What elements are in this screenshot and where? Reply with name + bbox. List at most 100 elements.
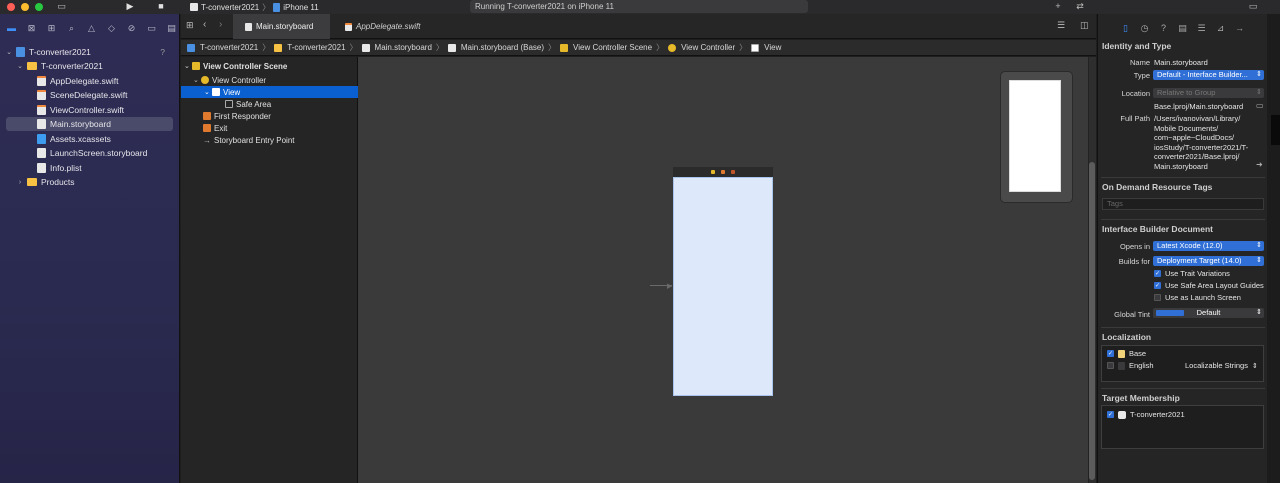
nav-item-assets[interactable]: Assets.xcassets xyxy=(0,132,180,146)
localization-strings-popup[interactable]: Localizable Strings ⇕ xyxy=(1185,361,1258,370)
fullpath-line: /Users/ivanovivan/Library/ xyxy=(1154,114,1241,123)
localization-english-row[interactable]: English xyxy=(1107,361,1154,370)
reveal-in-finder-icon[interactable]: ➜ xyxy=(1256,160,1263,169)
zoom-window-button[interactable] xyxy=(35,3,43,11)
code-review-icon[interactable]: ⇄ xyxy=(1073,1,1087,12)
chevron-down-icon[interactable]: ⌄ xyxy=(184,62,192,70)
nav-item-products[interactable]: › Products xyxy=(0,175,180,189)
jumpbar-item[interactable]: Main.storyboard (Base) xyxy=(461,43,544,52)
split-editor-icon[interactable]: ◫ xyxy=(1080,20,1089,31)
search-icon[interactable]: ⌕ xyxy=(65,22,78,35)
breakpoint-icon[interactable]: ▭ xyxy=(145,22,158,35)
minimize-window-button[interactable] xyxy=(21,3,29,11)
chevron-down-icon[interactable]: ⌄ xyxy=(204,88,212,96)
add-library-icon[interactable]: + xyxy=(1052,1,1064,12)
view-controller-scene[interactable] xyxy=(673,177,773,396)
chevron-down-icon[interactable]: ⌄ xyxy=(16,62,24,70)
tags-input[interactable]: Tags xyxy=(1102,198,1264,210)
nav-item-main-storyboard[interactable]: Main.storyboard xyxy=(6,117,173,131)
outline-label: View Controller xyxy=(212,75,267,85)
checkbox-box[interactable] xyxy=(1154,294,1161,301)
opens-in-popup[interactable]: Latest Xcode (12.0) xyxy=(1153,241,1264,251)
jumpbar-item[interactable]: View Controller xyxy=(681,43,735,52)
jumpbar-item[interactable]: T-converter2021 xyxy=(200,43,258,52)
canvas-scrollbar-thumb[interactable] xyxy=(1089,162,1095,480)
connections-icon[interactable]: → xyxy=(1233,22,1246,35)
debug-icon[interactable]: ⊘ xyxy=(125,22,138,35)
builds-for-popup[interactable]: Deployment Target (14.0) xyxy=(1153,256,1264,266)
checkmark-icon[interactable]: ✓ xyxy=(1107,350,1114,357)
nav-item-viewcontroller[interactable]: ViewController.swift xyxy=(0,103,180,117)
nav-item-folder[interactable]: ⌄ T-converter2021 xyxy=(0,59,180,73)
outline-item-entry-point[interactable]: → Storyboard Entry Point xyxy=(181,134,358,146)
outline-item-exit[interactable]: Exit xyxy=(181,122,358,134)
outline-label: Safe Area xyxy=(236,99,272,109)
inspector-toggle-icon[interactable]: ▭ xyxy=(1246,1,1260,12)
help-icon[interactable]: ? xyxy=(1157,22,1170,35)
document-outline: ⌄ View Controller Scene ⌄ View Controlle… xyxy=(181,57,358,483)
nav-item-launchscreen[interactable]: LaunchScreen.storyboard xyxy=(0,146,180,160)
safe-area-guides-checkbox[interactable]: ✓ Use Safe Area Layout Guides xyxy=(1154,281,1264,290)
localization-base-row[interactable]: ✓ Base xyxy=(1107,349,1146,358)
checkbox-box[interactable] xyxy=(1107,362,1114,369)
warning-icon[interactable]: △ xyxy=(85,22,98,35)
attributes-icon[interactable]: ☰ xyxy=(1195,22,1208,35)
outline-item-view[interactable]: ⌄ View xyxy=(181,86,358,98)
size-icon[interactable]: ⊿ xyxy=(1214,22,1227,35)
source-control-icon[interactable]: ⊠ xyxy=(25,22,38,35)
swift-file-icon xyxy=(37,90,46,100)
chevron-down-icon[interactable]: ⌄ xyxy=(193,76,201,84)
run-icon[interactable]: ▶ xyxy=(124,1,136,12)
tab-main-storyboard[interactable]: Main.storyboard xyxy=(233,14,330,39)
type-popup[interactable]: Default - Interface Builder... xyxy=(1153,70,1264,80)
nav-item-project[interactable]: ⌄ T-converter2021 ? xyxy=(0,45,180,59)
launch-screen-checkbox[interactable]: Use as Launch Screen xyxy=(1154,293,1241,302)
view-controller-icon[interactable] xyxy=(711,170,715,174)
divider xyxy=(1101,388,1265,389)
nav-item-appdelegate[interactable]: AppDelegate.swift xyxy=(0,74,180,88)
nav-item-infoplist[interactable]: Info.plist xyxy=(0,161,180,175)
grid-icon[interactable]: ⊞ xyxy=(186,20,194,31)
test-icon[interactable]: ◇ xyxy=(105,22,118,35)
location-popup[interactable]: Relative to Group xyxy=(1153,88,1264,98)
back-icon[interactable]: ‹ xyxy=(203,19,206,30)
scheme-selector[interactable]: T-converter2021 〉 iPhone 11 xyxy=(190,1,319,13)
identity-icon[interactable]: ▤ xyxy=(1176,22,1189,35)
jumpbar-item[interactable]: View Controller Scene xyxy=(573,43,652,52)
outline-item-first-responder[interactable]: First Responder xyxy=(181,110,358,122)
trait-variations-checkbox[interactable]: ✓ Use Trait Variations xyxy=(1154,269,1230,278)
scene-dock[interactable] xyxy=(673,167,773,177)
report-icon[interactable]: ▤ xyxy=(165,22,178,35)
outline-item-scene[interactable]: ⌄ View Controller Scene xyxy=(181,60,358,72)
checkmark-icon[interactable]: ✓ xyxy=(1107,411,1114,418)
forward-icon[interactable]: › xyxy=(219,19,222,30)
checkbox-label: Use Safe Area Layout Guides xyxy=(1165,281,1264,290)
jumpbar-item[interactable]: View xyxy=(764,43,781,52)
jumpbar-item[interactable]: T-converter2021 xyxy=(287,43,345,52)
stop-icon[interactable]: ■ xyxy=(155,1,167,12)
global-tint-label: Global Tint xyxy=(1114,310,1150,319)
nav-item-scenedelegate[interactable]: SceneDelegate.swift xyxy=(0,88,180,102)
membership-target-row[interactable]: ✓ T-converter2021 xyxy=(1107,410,1185,419)
first-responder-icon[interactable] xyxy=(721,170,725,174)
folder-browse-icon[interactable]: ▭ xyxy=(1256,101,1264,110)
sidebar-toggle-icon[interactable]: ▭ xyxy=(55,1,68,12)
xcodeproj-icon xyxy=(187,43,195,52)
global-tint-popup[interactable]: Default xyxy=(1153,308,1264,318)
exit-icon[interactable] xyxy=(731,170,735,174)
close-window-button[interactable] xyxy=(7,3,15,11)
folder-icon[interactable]: ▬ xyxy=(5,22,18,35)
history-icon[interactable]: ◷ xyxy=(1138,22,1151,35)
checkmark-icon[interactable]: ✓ xyxy=(1154,270,1161,277)
nav-item-label: SceneDelegate.swift xyxy=(50,90,128,100)
outline-item-safe-area[interactable]: Safe Area xyxy=(181,98,358,110)
hierarchy-icon[interactable]: ⊞ xyxy=(45,22,58,35)
tab-appdelegate[interactable]: AppDelegate.swift xyxy=(333,14,443,39)
checkmark-icon[interactable]: ✓ xyxy=(1154,282,1161,289)
editor-options-icon[interactable]: ☰ xyxy=(1057,20,1065,31)
chevron-down-icon[interactable]: ⌄ xyxy=(5,48,13,56)
chevron-right-icon[interactable]: › xyxy=(16,179,24,186)
jumpbar-item[interactable]: Main.storyboard xyxy=(375,43,432,52)
outline-item-view-controller[interactable]: ⌄ View Controller xyxy=(181,74,358,86)
file-inspector-icon[interactable]: ▯ xyxy=(1119,22,1132,35)
